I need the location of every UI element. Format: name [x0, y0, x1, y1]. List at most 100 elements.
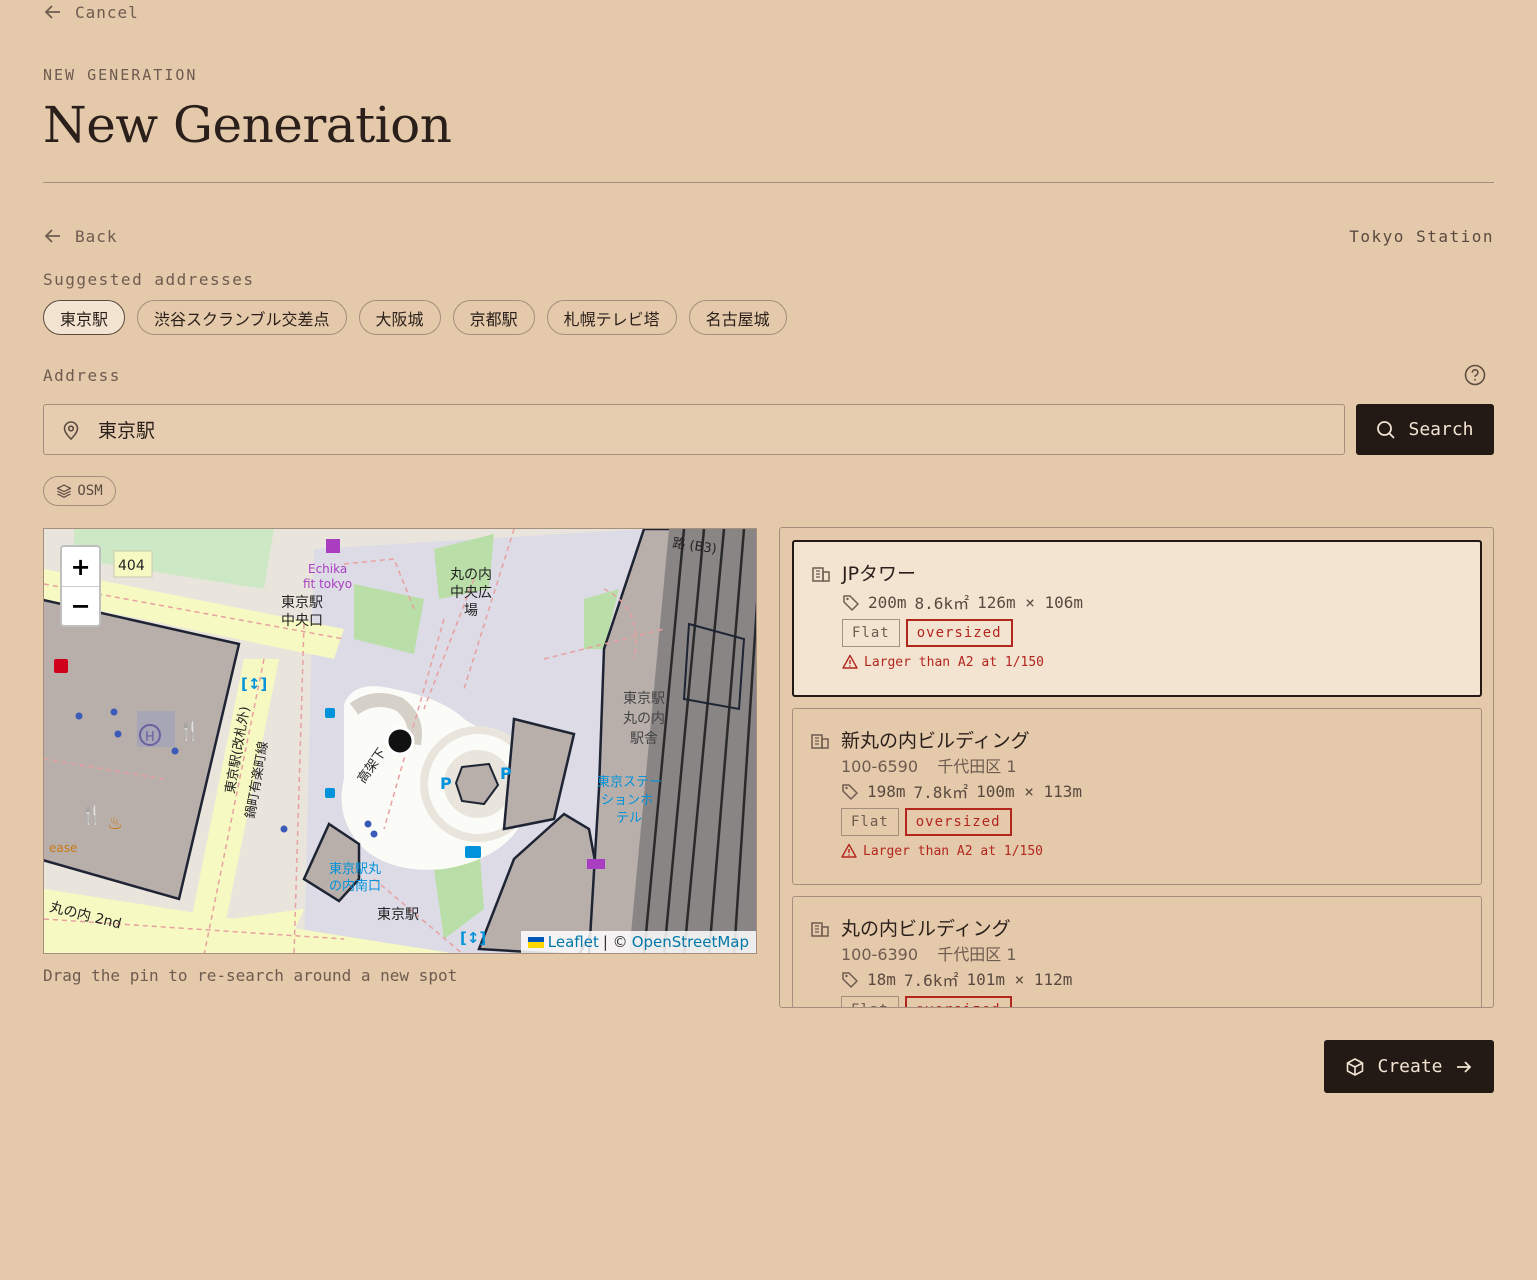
svg-text:H: H	[145, 730, 155, 745]
result-name: JPタワー	[842, 563, 917, 585]
map-label: 中央広	[450, 585, 492, 601]
search-label: Search	[1408, 419, 1474, 440]
result-area: 8.6k㎡	[914, 594, 970, 613]
arrow-right-icon	[1456, 1060, 1471, 1073]
map-label: 東京駅丸	[329, 861, 381, 877]
cancel-link[interactable]: Cancel	[43, 0, 139, 24]
tag-icon	[842, 972, 858, 988]
result-postal-code: 100-6590	[841, 757, 919, 776]
result-warning: Larger than A2 at 1/150	[864, 654, 1045, 670]
result-card[interactable]: 新丸の内ビルディング 100-6590 千代田区 1 198m 7.8k㎡ 10…	[792, 708, 1482, 885]
address-input[interactable]	[98, 418, 1298, 441]
suggestion-chip[interactable]: 大阪城	[358, 300, 441, 335]
result-tag-warning: oversized	[904, 996, 1012, 1007]
result-area: 7.8k㎡	[913, 783, 969, 802]
zoom-control: + −	[60, 545, 101, 627]
result-ward: 千代田区 1	[937, 757, 1017, 776]
svg-text:[↕]: [↕]	[460, 929, 486, 947]
result-height: 18m	[867, 969, 896, 989]
map-attribution: Leaflet | © OpenStreetMap	[520, 931, 756, 953]
warning-icon	[842, 654, 858, 669]
create-button[interactable]: Create	[1324, 1040, 1494, 1093]
back-link[interactable]: Back	[43, 224, 118, 248]
result-dimensions: 100m × 113m	[976, 781, 1083, 801]
map-view[interactable]: H ♨ 🍴 🍴 [↕] [↕] P P 404 Echika fit tokyo…	[43, 528, 757, 954]
header-divider	[43, 182, 1494, 183]
svg-text:P: P	[440, 774, 452, 793]
result-height: 200m	[868, 592, 907, 612]
map-label: fit tokyo	[303, 577, 352, 591]
svg-text:P: P	[500, 764, 512, 783]
result-tag: Flat	[842, 619, 900, 647]
result-warning: Larger than A2 at 1/150	[863, 843, 1044, 859]
suggestion-chip[interactable]: 東京駅	[43, 300, 126, 335]
page-title: New Generation	[43, 96, 452, 154]
map-label: の内南口	[329, 878, 381, 894]
arrow-left-icon	[44, 5, 60, 19]
building-icon	[811, 733, 829, 749]
suggestion-chip[interactable]: 京都駅	[452, 300, 535, 335]
map-tiles[interactable]: H ♨ 🍴 🍴 [↕] [↕] P P 404 Echika fit tokyo…	[44, 529, 757, 954]
arrow-left-icon	[44, 229, 60, 243]
suggested-addresses-label: Suggested addresses	[43, 270, 255, 289]
result-card[interactable]: JPタワー 200m 8.6k㎡ 126m × 106m Flat oversi…	[792, 540, 1482, 697]
map-label: 東京駅	[377, 907, 419, 923]
map-label: 丸の内	[450, 567, 492, 583]
svg-text:[↕]: [↕]	[241, 675, 267, 693]
result-name: 新丸の内ビルディング	[841, 730, 1030, 752]
map-label: ease	[49, 841, 77, 855]
result-postal-code: 100-6390	[841, 945, 919, 964]
zoom-in-button[interactable]: +	[62, 547, 99, 586]
cancel-label: Cancel	[75, 2, 139, 22]
search-icon	[1377, 420, 1396, 439]
map-label: 丸の内	[623, 711, 665, 727]
map-label: 404	[118, 558, 145, 574]
suggestion-chip[interactable]: 名古屋城	[688, 300, 787, 335]
svg-text:🍴: 🍴	[178, 720, 200, 742]
map-source-badge[interactable]: OSM	[43, 476, 116, 506]
map-label: 駅舎	[630, 731, 658, 747]
building-icon	[812, 566, 830, 582]
attribution-separator: | ©	[602, 933, 628, 951]
map-label: 東京駅	[281, 595, 323, 611]
map-label: テル	[616, 811, 642, 826]
ukraine-flag-icon	[527, 936, 544, 948]
warning-icon	[841, 843, 857, 858]
zoom-out-button[interactable]: −	[62, 586, 99, 625]
result-tag-warning: oversized	[905, 619, 1013, 647]
search-button[interactable]: Search	[1356, 404, 1494, 455]
location-marker[interactable]	[385, 726, 415, 756]
results-list[interactable]: JPタワー 200m 8.6k㎡ 126m × 106m Flat oversi…	[779, 527, 1494, 1008]
suggestion-chips: 東京駅 渋谷スクランブル交差点 大阪城 京都駅 札幌テレビ塔 名古屋城	[43, 300, 787, 335]
svg-text:🍴: 🍴	[80, 804, 102, 826]
tag-icon	[843, 595, 859, 611]
map-pin-icon	[63, 420, 79, 440]
map-label: ションホ	[601, 793, 653, 808]
back-label: Back	[75, 226, 118, 246]
cube-icon	[1347, 1057, 1364, 1076]
suggestion-chip[interactable]: 渋谷スクランブル交差点	[137, 300, 347, 335]
map-label: 中央口	[281, 613, 323, 629]
leaflet-link[interactable]: Leaflet	[548, 933, 599, 951]
help-icon[interactable]	[1464, 364, 1486, 386]
map-label: Echika	[308, 562, 347, 576]
suggestion-chip[interactable]: 札幌テレビ塔	[546, 300, 677, 335]
result-tag: Flat	[841, 808, 899, 836]
address-label: Address	[43, 366, 121, 385]
map-source-label: OSM	[77, 483, 103, 499]
result-area: 7.6k㎡	[903, 971, 959, 990]
tag-icon	[842, 784, 858, 800]
result-tag: Flat	[841, 996, 899, 1007]
result-dimensions: 101m × 112m	[966, 969, 1073, 989]
result-card[interactable]: 丸の内ビルディング 100-6390 千代田区 1 18m 7.6k㎡ 101m…	[792, 896, 1482, 1007]
create-label: Create	[1377, 1056, 1443, 1077]
result-ward: 千代田区 1	[937, 945, 1017, 964]
building-icon	[811, 921, 829, 937]
layers-icon	[57, 484, 72, 498]
location-name: Tokyo Station	[1349, 227, 1494, 246]
openstreetmap-link[interactable]: OpenStreetMap	[632, 933, 749, 951]
map-label: 場	[464, 603, 478, 619]
map-label: 東京ステー	[597, 774, 662, 790]
page-eyebrow: NEW GENERATION	[43, 66, 198, 84]
map-hint: Drag the pin to re-search around a new s…	[43, 966, 458, 985]
